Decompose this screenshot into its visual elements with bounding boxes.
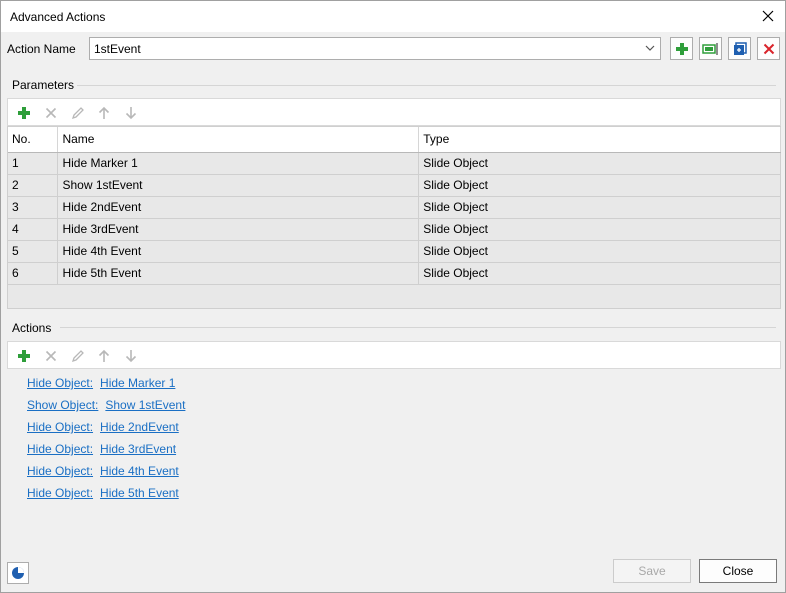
table-row[interactable]: 1 Hide Marker 1 Slide Object [8,152,781,175]
action-type-link[interactable]: Show Object: [27,398,98,412]
action-name-combobox[interactable]: 1stEvent [89,37,661,60]
add-icon[interactable] [16,105,32,121]
move-up-icon[interactable] [96,348,112,364]
action-target-link[interactable]: Hide 4th Event [100,464,179,478]
table-row[interactable]: 2 Show 1stEvent Slide Object [8,174,781,197]
cell-no: 5 [8,240,59,263]
add-action-button[interactable] [670,37,693,60]
cell-no: 4 [8,218,59,241]
cell-no: 2 [8,174,59,197]
cell-name: Hide Marker 1 [57,152,420,175]
close-icon[interactable] [757,5,779,27]
actions-section-label: Actions [12,321,52,335]
advanced-actions-dialog: Advanced Actions Action Name 1stEvent Pa… [0,0,786,593]
title-bar: Advanced Actions [1,1,785,32]
parameters-table: No. Name Type 1 Hide Marker 1 Slide Obje… [7,126,781,309]
action-name-label: Action Name [7,42,76,56]
cell-type: Slide Object [418,262,781,285]
pie-chart-icon [12,567,24,579]
move-down-icon[interactable] [123,348,139,364]
cell-type: Slide Object [418,218,781,241]
table-row[interactable]: 4 Hide 3rdEvent Slide Object [8,218,781,241]
close-button[interactable]: Close [699,559,777,583]
duplicate-action-button[interactable] [699,37,722,60]
action-statement: Hide Object: Hide 4th Event [27,463,185,485]
column-header-type[interactable]: Type [418,127,781,153]
cell-name: Hide 3rdEvent [57,218,420,241]
table-header-row: No. Name Type [8,127,781,153]
cell-name: Hide 4th Event [57,240,420,263]
action-target-link[interactable]: Hide Marker 1 [100,376,175,390]
action-name-value: 1stEvent [94,42,141,56]
move-up-icon[interactable] [96,105,112,121]
cell-type: Slide Object [418,152,781,175]
parameters-divider [77,85,776,86]
action-target-link[interactable]: Hide 2ndEvent [100,420,179,434]
cell-name: Hide 5th Event [57,262,420,285]
action-type-link[interactable]: Hide Object: [27,420,93,434]
edit-icon[interactable] [70,105,86,121]
action-type-link[interactable]: Hide Object: [27,376,93,390]
chevron-down-icon[interactable] [644,42,656,54]
column-header-no[interactable]: No. [8,127,59,153]
action-target-link[interactable]: Hide 3rdEvent [100,442,176,456]
delete-icon[interactable] [43,348,59,364]
cell-no: 6 [8,262,59,285]
action-type-link[interactable]: Hide Object: [27,464,93,478]
table-row[interactable]: 6 Hide 5th Event Slide Object [8,262,781,285]
action-statement: Hide Object: Hide 3rdEvent [27,441,185,463]
cell-type: Slide Object [418,174,781,197]
action-target-link[interactable]: Hide 5th Event [100,486,179,500]
save-button[interactable]: Save [613,559,691,583]
edit-icon[interactable] [70,348,86,364]
action-type-link[interactable]: Hide Object: [27,442,93,456]
action-statement: Hide Object: Hide 5th Event [27,485,185,507]
cell-type: Slide Object [418,196,781,219]
copy-icon [733,41,747,55]
delete-action-button[interactable] [757,37,780,60]
cell-no: 3 [8,196,59,219]
actions-list: Hide Object: Hide Marker 1 Show Object: Sh… [27,375,185,507]
window-title: Advanced Actions [10,10,106,24]
column-header-name[interactable]: Name [57,127,420,153]
action-statement: Show Object: Show 1stEvent [27,397,185,419]
action-statement: Hide Object: Hide 2ndEvent [27,419,185,441]
table-row[interactable]: 3 Hide 2ndEvent Slide Object [8,196,781,219]
parameters-toolbar [7,98,781,126]
action-statement: Hide Object: Hide Marker 1 [27,375,185,397]
add-icon[interactable] [16,348,32,364]
parameters-section-label: Parameters [12,78,75,92]
actions-toolbar [7,341,781,369]
add-icon [675,42,688,55]
cell-name: Show 1stEvent [57,174,420,197]
actions-divider [60,327,776,328]
variables-button[interactable] [7,562,29,584]
action-type-link[interactable]: Hide Object: [27,486,93,500]
move-down-icon[interactable] [123,105,139,121]
cell-name: Hide 2ndEvent [57,196,420,219]
duplicate-action-icon [701,42,718,55]
cell-no: 1 [8,152,59,175]
delete-icon[interactable] [43,105,59,121]
cell-type: Slide Object [418,240,781,263]
delete-icon [763,43,774,54]
table-row[interactable]: 5 Hide 4th Event Slide Object [8,240,781,263]
copy-action-button[interactable] [728,37,751,60]
action-target-link[interactable]: Show 1stEvent [105,398,185,412]
